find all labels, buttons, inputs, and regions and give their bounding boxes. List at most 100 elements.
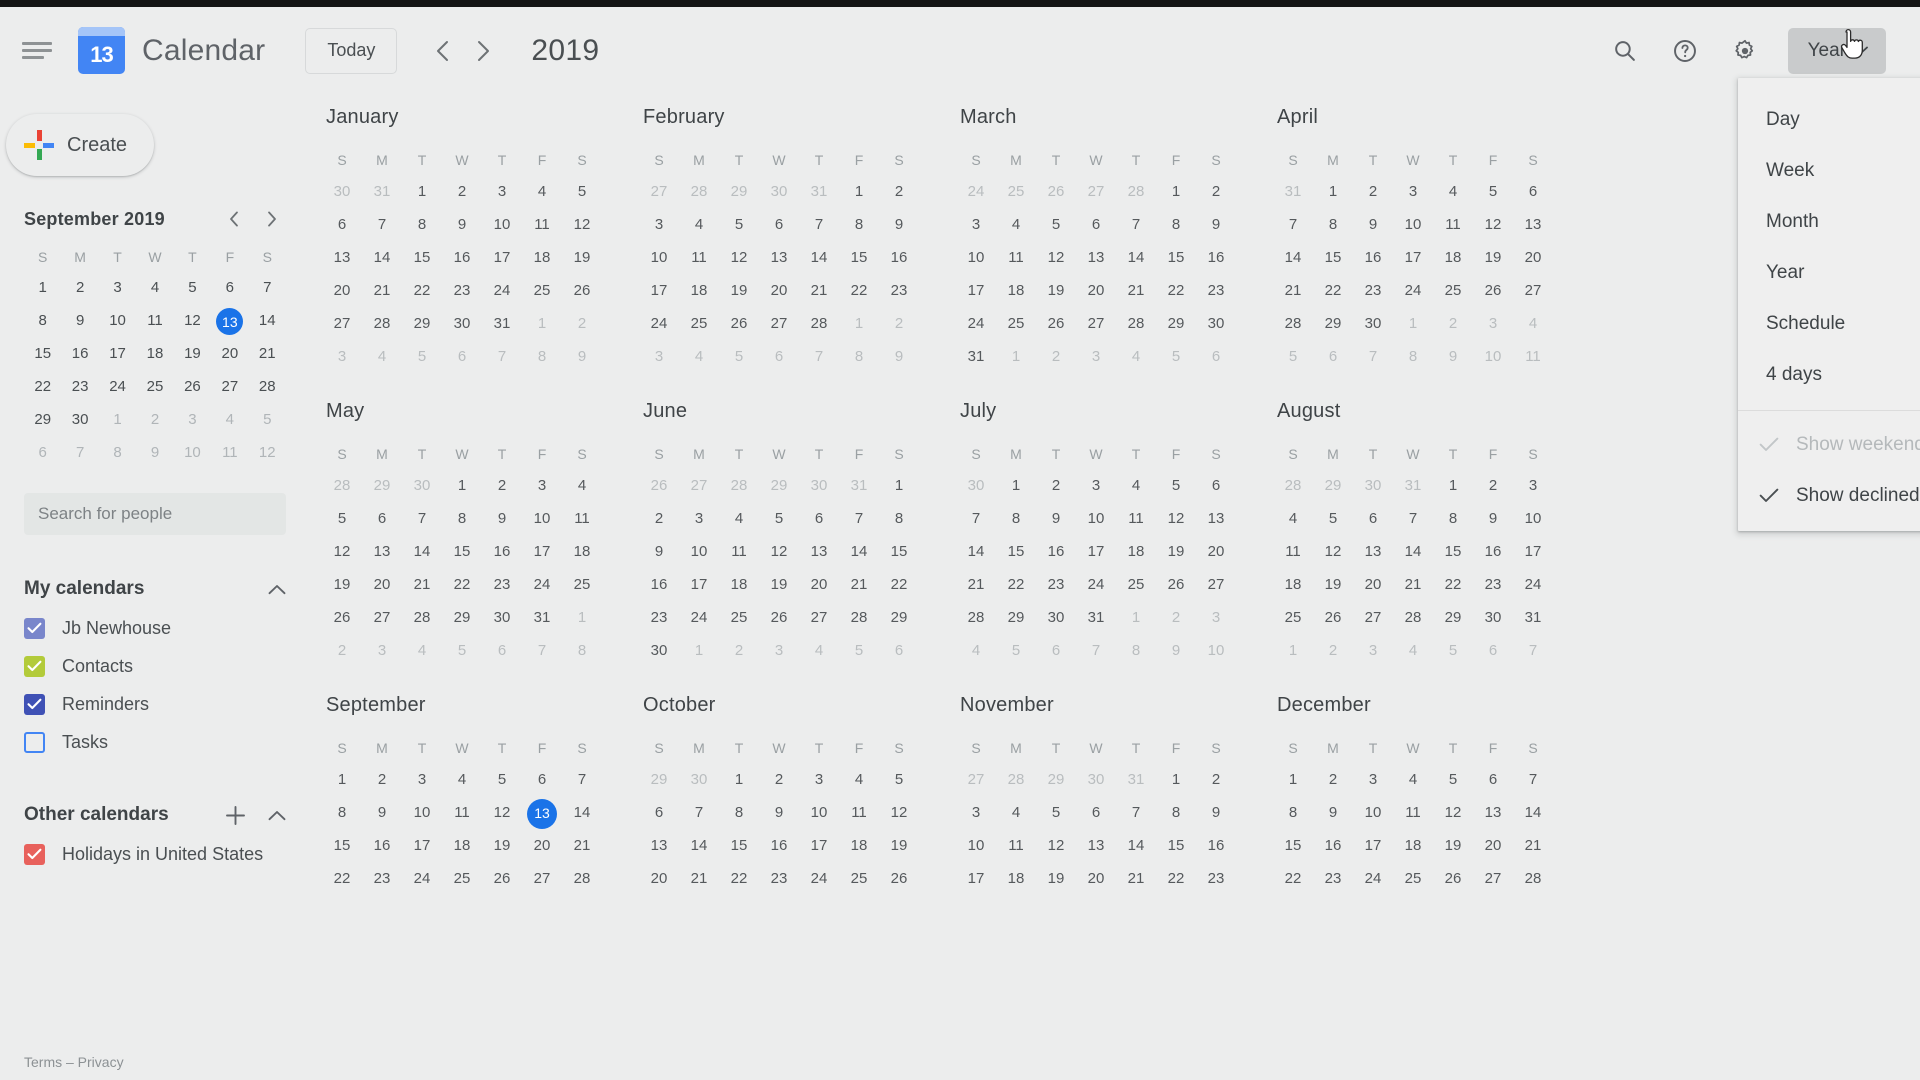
day-cell[interactable]: 6 <box>1076 208 1116 241</box>
day-cell[interactable]: 14 <box>1116 829 1156 862</box>
add-other-calendar-button[interactable] <box>225 805 246 826</box>
day-cell[interactable]: 13 <box>1473 796 1513 829</box>
day-cell[interactable]: 14 <box>956 535 996 568</box>
day-cell[interactable]: 4 <box>1433 175 1473 208</box>
day-cell[interactable]: 15 <box>1433 535 1473 568</box>
day-cell[interactable]: 4 <box>679 208 719 241</box>
day-cell[interactable]: 8 <box>442 502 482 535</box>
day-cell[interactable]: 12 <box>719 241 759 274</box>
day-cell[interactable]: 13 <box>1076 829 1116 862</box>
day-cell[interactable]: 6 <box>1076 796 1116 829</box>
day-cell[interactable]: 8 <box>562 634 602 667</box>
day-cell[interactable]: 14 <box>1273 241 1313 274</box>
day-cell[interactable]: 29 <box>996 601 1036 634</box>
day-cell[interactable]: 3 <box>482 175 522 208</box>
day-cell[interactable]: 7 <box>956 502 996 535</box>
day-cell[interactable]: 11 <box>839 796 879 829</box>
day-cell[interactable]: 2 <box>759 763 799 796</box>
calendar-visibility-checkbox[interactable] <box>24 655 45 677</box>
day-cell[interactable]: 9 <box>562 340 602 373</box>
day-cell[interactable]: 8 <box>1393 340 1433 373</box>
day-cell[interactable]: 9 <box>1313 796 1353 829</box>
day-cell[interactable]: 5 <box>1156 469 1196 502</box>
day-cell[interactable]: 11 <box>996 829 1036 862</box>
day-cell[interactable]: 7 <box>562 763 602 796</box>
day-cell[interactable]: 11 <box>679 241 719 274</box>
day-cell[interactable]: 17 <box>639 274 679 307</box>
day-cell[interactable]: 7 <box>1116 208 1156 241</box>
day-cell[interactable]: 3 <box>956 796 996 829</box>
day-cell[interactable]: 3 <box>402 763 442 796</box>
mini-day-cell[interactable]: 24 <box>99 374 136 400</box>
day-cell[interactable]: 29 <box>1313 307 1353 340</box>
day-cell[interactable]: 4 <box>1273 502 1313 535</box>
day-cell[interactable]: 6 <box>322 208 362 241</box>
day-cell[interactable]: 28 <box>1116 307 1156 340</box>
mini-day-cell[interactable]: 13 <box>211 308 248 335</box>
day-cell[interactable]: 5 <box>996 634 1036 667</box>
day-cell[interactable]: 11 <box>1393 796 1433 829</box>
day-cell[interactable]: 5 <box>1273 340 1313 373</box>
day-cell[interactable]: 12 <box>1433 796 1473 829</box>
day-cell[interactable]: 16 <box>1313 829 1353 862</box>
day-cell[interactable]: 12 <box>759 535 799 568</box>
day-cell[interactable]: 1 <box>402 175 442 208</box>
day-cell[interactable]: 30 <box>799 469 839 502</box>
day-cell[interactable]: 13 <box>322 241 362 274</box>
mini-day-cell[interactable]: 15 <box>24 341 61 367</box>
view-menu-toggle[interactable]: Show declined events <box>1738 470 1920 521</box>
day-cell[interactable]: 10 <box>402 796 442 829</box>
day-cell[interactable]: 26 <box>482 862 522 895</box>
day-cell[interactable]: 30 <box>1353 469 1393 502</box>
day-cell[interactable]: 13 <box>1196 502 1236 535</box>
mini-day-cell[interactable]: 7 <box>61 440 98 466</box>
day-cell[interactable]: 28 <box>1116 175 1156 208</box>
day-cell[interactable]: 1 <box>322 763 362 796</box>
month-name-label[interactable]: October <box>643 694 956 717</box>
day-cell[interactable]: 1 <box>839 175 879 208</box>
search-button[interactable] <box>1600 26 1650 76</box>
day-cell[interactable]: 24 <box>402 862 442 895</box>
view-selector-button[interactable]: Year <box>1787 27 1886 74</box>
day-cell[interactable]: 26 <box>719 307 759 340</box>
day-cell[interactable]: 31 <box>1076 601 1116 634</box>
day-cell[interactable]: 16 <box>442 241 482 274</box>
day-cell[interactable]: 2 <box>1313 634 1353 667</box>
day-cell[interactable]: 10 <box>799 796 839 829</box>
day-cell[interactable]: 29 <box>759 469 799 502</box>
day-cell[interactable]: 8 <box>879 502 919 535</box>
month-name-label[interactable]: July <box>960 400 1273 423</box>
day-cell[interactable]: 15 <box>1156 241 1196 274</box>
day-cell[interactable]: 3 <box>639 340 679 373</box>
day-cell[interactable]: 18 <box>1116 535 1156 568</box>
view-menu-item[interactable]: Day <box>1738 94 1920 145</box>
day-cell[interactable]: 17 <box>1076 535 1116 568</box>
day-cell[interactable]: 25 <box>1116 568 1156 601</box>
mini-day-cell[interactable]: 5 <box>174 275 211 301</box>
mini-day-cell[interactable]: 4 <box>136 275 173 301</box>
day-cell[interactable]: 29 <box>719 175 759 208</box>
day-cell[interactable]: 6 <box>1313 340 1353 373</box>
day-cell[interactable]: 24 <box>1076 568 1116 601</box>
day-cell[interactable]: 6 <box>1196 340 1236 373</box>
day-cell[interactable]: 17 <box>522 535 562 568</box>
view-menu-item[interactable]: Week <box>1738 145 1920 196</box>
day-cell[interactable]: 27 <box>1513 274 1553 307</box>
day-cell[interactable]: 20 <box>759 274 799 307</box>
day-cell[interactable]: 23 <box>1196 274 1236 307</box>
day-cell[interactable]: 23 <box>1353 274 1393 307</box>
day-cell[interactable]: 23 <box>1036 568 1076 601</box>
day-cell[interactable]: 28 <box>1513 862 1553 895</box>
day-cell[interactable]: 13 <box>759 241 799 274</box>
day-cell[interactable]: 7 <box>799 208 839 241</box>
day-cell[interactable]: 24 <box>482 274 522 307</box>
day-cell[interactable]: 20 <box>1076 862 1116 895</box>
day-cell[interactable]: 31 <box>799 175 839 208</box>
mini-next-month-button[interactable] <box>258 205 286 233</box>
day-cell[interactable]: 15 <box>996 535 1036 568</box>
day-cell[interactable]: 11 <box>442 796 482 829</box>
calendar-visibility-checkbox[interactable] <box>24 693 45 715</box>
day-cell[interactable]: 11 <box>562 502 602 535</box>
day-cell[interactable]: 2 <box>1196 175 1236 208</box>
day-cell[interactable]: 8 <box>1156 208 1196 241</box>
